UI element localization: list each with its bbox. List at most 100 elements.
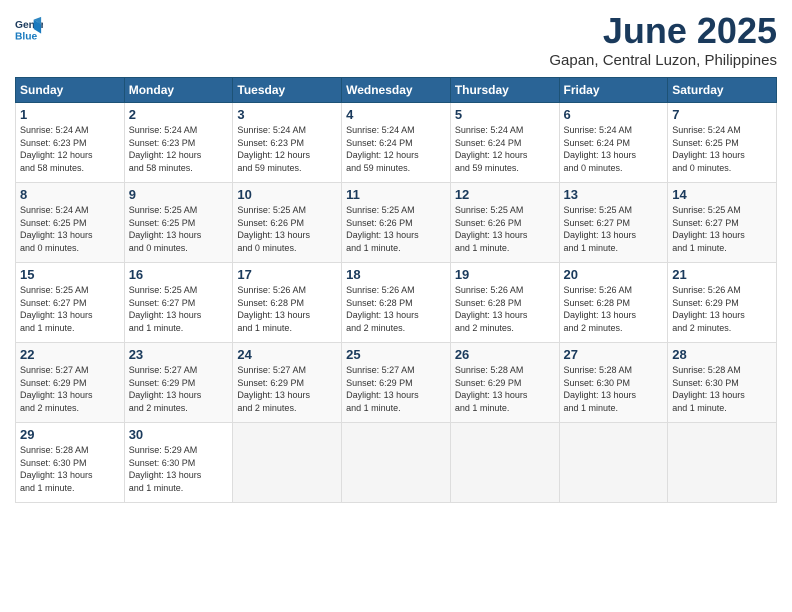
day-number: 24 (237, 347, 337, 362)
day-number: 5 (455, 107, 555, 122)
cell-info: Sunrise: 5:26 AM Sunset: 6:28 PM Dayligh… (237, 284, 337, 334)
day-number: 29 (20, 427, 120, 442)
cell-info: Sunrise: 5:26 AM Sunset: 6:29 PM Dayligh… (672, 284, 772, 334)
cell-info: Sunrise: 5:27 AM Sunset: 6:29 PM Dayligh… (129, 364, 229, 414)
calendar-cell: 28 Sunrise: 5:28 AM Sunset: 6:30 PM Dayli… (668, 343, 777, 423)
col-header-friday: Friday (559, 78, 668, 103)
logo-icon: General Blue (15, 15, 43, 43)
cell-info: Sunrise: 5:25 AM Sunset: 6:26 PM Dayligh… (455, 204, 555, 254)
calendar-cell: 11Sunrise: 5:25 AM Sunset: 6:26 PM Dayli… (342, 183, 451, 263)
cell-info: Sunrise: 5:24 AM Sunset: 6:23 PM Dayligh… (237, 124, 337, 174)
cell-info: Sunrise: 5:26 AM Sunset: 6:28 PM Dayligh… (346, 284, 446, 334)
cell-info: Sunrise: 5:25 AM Sunset: 6:27 PM Dayligh… (129, 284, 229, 334)
calendar-cell: 6 Sunrise: 5:24 AM Sunset: 6:24 PM Daylig… (559, 103, 668, 183)
day-number: 12 (455, 187, 555, 202)
day-number: 8 (20, 187, 120, 202)
week-row-5: 29 Sunrise: 5:28 AM Sunset: 6:30 PM Dayli… (16, 423, 777, 503)
calendar-cell: 12 Sunrise: 5:25 AM Sunset: 6:26 PM Dayli… (450, 183, 559, 263)
logo: General Blue (15, 15, 47, 43)
cell-info: Sunrise: 5:29 AM Sunset: 6:30 PM Dayligh… (129, 444, 229, 494)
header-row: SundayMondayTuesdayWednesdayThursdayFrid… (16, 78, 777, 103)
calendar-cell: 4 Sunrise: 5:24 AM Sunset: 6:24 PM Daylig… (342, 103, 451, 183)
cell-info: Sunrise: 5:24 AM Sunset: 6:24 PM Dayligh… (455, 124, 555, 174)
calendar-table: SundayMondayTuesdayWednesdayThursdayFrid… (15, 77, 777, 503)
week-row-2: 8 Sunrise: 5:24 AM Sunset: 6:25 PM Daylig… (16, 183, 777, 263)
calendar-cell: 25 Sunrise: 5:27 AM Sunset: 6:29 PM Dayli… (342, 343, 451, 423)
calendar-cell: 20Sunrise: 5:26 AM Sunset: 6:28 PM Dayli… (559, 263, 668, 343)
calendar-cell: 10 Sunrise: 5:25 AM Sunset: 6:26 PM Dayli… (233, 183, 342, 263)
day-number: 13 (564, 187, 664, 202)
day-number: 19 (455, 267, 555, 282)
day-number: 26 (455, 347, 555, 362)
cell-info: Sunrise: 5:24 AM Sunset: 6:23 PM Dayligh… (129, 124, 229, 174)
cell-info: Sunrise: 5:25 AM Sunset: 6:27 PM Dayligh… (564, 204, 664, 254)
calendar-cell: 8 Sunrise: 5:24 AM Sunset: 6:25 PM Daylig… (16, 183, 125, 263)
day-number: 7 (672, 107, 772, 122)
cell-info: Sunrise: 5:24 AM Sunset: 6:23 PM Dayligh… (20, 124, 120, 174)
calendar-cell: 14Sunrise: 5:25 AM Sunset: 6:27 PM Dayli… (668, 183, 777, 263)
day-number: 25 (346, 347, 446, 362)
calendar-cell: 17Sunrise: 5:26 AM Sunset: 6:28 PM Dayli… (233, 263, 342, 343)
cell-info: Sunrise: 5:28 AM Sunset: 6:30 PM Dayligh… (564, 364, 664, 414)
cell-info: Sunrise: 5:24 AM Sunset: 6:24 PM Dayligh… (564, 124, 664, 174)
cell-info: Sunrise: 5:24 AM Sunset: 6:25 PM Dayligh… (20, 204, 120, 254)
day-number: 6 (564, 107, 664, 122)
day-number: 21 (672, 267, 772, 282)
calendar-cell (559, 423, 668, 503)
calendar-cell: 13 Sunrise: 5:25 AM Sunset: 6:27 PM Dayli… (559, 183, 668, 263)
calendar-cell: 29 Sunrise: 5:28 AM Sunset: 6:30 PM Dayli… (16, 423, 125, 503)
day-number: 18 (346, 267, 446, 282)
calendar-cell: 26 Sunrise: 5:28 AM Sunset: 6:29 PM Dayli… (450, 343, 559, 423)
day-number: 1 (20, 107, 120, 122)
calendar-cell: 9 Sunrise: 5:25 AM Sunset: 6:25 PM Daylig… (124, 183, 233, 263)
day-number: 22 (20, 347, 120, 362)
day-number: 9 (129, 187, 229, 202)
day-number: 28 (672, 347, 772, 362)
calendar-cell (668, 423, 777, 503)
calendar-cell: 18 Sunrise: 5:26 AM Sunset: 6:28 PM Dayli… (342, 263, 451, 343)
calendar-cell (233, 423, 342, 503)
col-header-sunday: Sunday (16, 78, 125, 103)
calendar-cell: 2 Sunrise: 5:24 AM Sunset: 6:23 PM Daylig… (124, 103, 233, 183)
day-number: 27 (564, 347, 664, 362)
col-header-wednesday: Wednesday (342, 78, 451, 103)
col-header-monday: Monday (124, 78, 233, 103)
subtitle: Gapan, Central Luzon, Philippines (549, 52, 777, 69)
cell-info: Sunrise: 5:25 AM Sunset: 6:27 PM Dayligh… (20, 284, 120, 334)
cell-info: Sunrise: 5:25 AM Sunset: 6:26 PM Dayligh… (346, 204, 446, 254)
calendar-cell: 7 Sunrise: 5:24 AM Sunset: 6:25 PM Daylig… (668, 103, 777, 183)
title-block: June 2025 Gapan, Central Luzon, Philippi… (549, 10, 777, 69)
cell-info: Sunrise: 5:24 AM Sunset: 6:25 PM Dayligh… (672, 124, 772, 174)
week-row-3: 15Sunrise: 5:25 AM Sunset: 6:27 PM Dayli… (16, 263, 777, 343)
col-header-thursday: Thursday (450, 78, 559, 103)
cell-info: Sunrise: 5:26 AM Sunset: 6:28 PM Dayligh… (564, 284, 664, 334)
cell-info: Sunrise: 5:25 AM Sunset: 6:25 PM Dayligh… (129, 204, 229, 254)
cell-info: Sunrise: 5:27 AM Sunset: 6:29 PM Dayligh… (346, 364, 446, 414)
cell-info: Sunrise: 5:25 AM Sunset: 6:26 PM Dayligh… (237, 204, 337, 254)
calendar-cell (450, 423, 559, 503)
calendar-cell: 30Sunrise: 5:29 AM Sunset: 6:30 PM Dayli… (124, 423, 233, 503)
cell-info: Sunrise: 5:28 AM Sunset: 6:30 PM Dayligh… (20, 444, 120, 494)
cell-info: Sunrise: 5:26 AM Sunset: 6:28 PM Dayligh… (455, 284, 555, 334)
header: General Blue June 2025 Gapan, Central Lu… (15, 10, 777, 69)
day-number: 2 (129, 107, 229, 122)
week-row-4: 22 Sunrise: 5:27 AM Sunset: 6:29 PM Dayli… (16, 343, 777, 423)
day-number: 4 (346, 107, 446, 122)
calendar-cell (342, 423, 451, 503)
day-number: 14 (672, 187, 772, 202)
cell-info: Sunrise: 5:24 AM Sunset: 6:24 PM Dayligh… (346, 124, 446, 174)
calendar-cell: 24Sunrise: 5:27 AM Sunset: 6:29 PM Dayli… (233, 343, 342, 423)
calendar-cell: 22Sunrise: 5:27 AM Sunset: 6:29 PM Dayli… (16, 343, 125, 423)
calendar-cell: 21 Sunrise: 5:26 AM Sunset: 6:29 PM Dayli… (668, 263, 777, 343)
svg-text:Blue: Blue (15, 31, 38, 42)
day-number: 10 (237, 187, 337, 202)
col-header-tuesday: Tuesday (233, 78, 342, 103)
day-number: 23 (129, 347, 229, 362)
calendar-cell: 27 Sunrise: 5:28 AM Sunset: 6:30 PM Dayli… (559, 343, 668, 423)
day-number: 3 (237, 107, 337, 122)
calendar-cell: 19 Sunrise: 5:26 AM Sunset: 6:28 PM Dayli… (450, 263, 559, 343)
calendar-cell: 1 Sunrise: 5:24 AM Sunset: 6:23 PM Daylig… (16, 103, 125, 183)
cell-info: Sunrise: 5:28 AM Sunset: 6:30 PM Dayligh… (672, 364, 772, 414)
cell-info: Sunrise: 5:28 AM Sunset: 6:29 PM Dayligh… (455, 364, 555, 414)
main-title: June 2025 (549, 10, 777, 52)
